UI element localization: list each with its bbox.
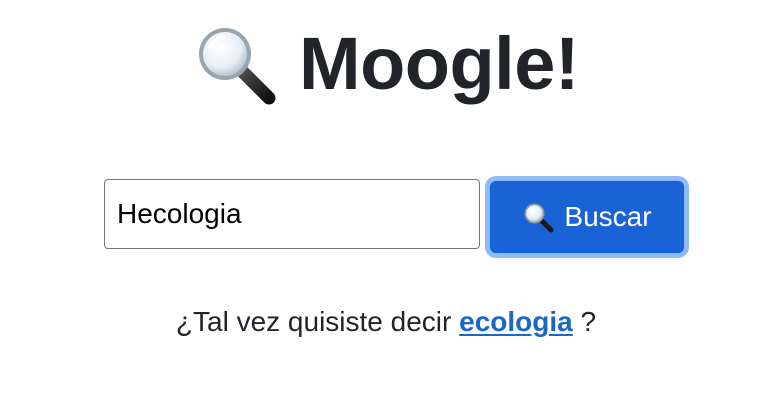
suggestion-link[interactable]: ecologia	[459, 306, 573, 337]
title-text: Moogle!	[298, 22, 580, 105]
suggestion-suffix: ?	[580, 306, 597, 337]
page-title: Moogle!	[0, 22, 772, 106]
magnifying-glass-icon	[193, 22, 277, 106]
search-button-label: Buscar	[564, 201, 652, 232]
search-input[interactable]	[104, 179, 480, 249]
did-you-mean: ¿Tal vez quisiste decir ecologia ?	[0, 306, 772, 338]
search-button[interactable]: Buscar	[490, 181, 684, 253]
suggestion-prefix: ¿Tal vez quisiste decir	[175, 306, 452, 337]
magnifying-glass-icon	[522, 201, 554, 233]
page: Moogle! Buscar ¿Tal vez quisiste decir e	[0, 0, 772, 400]
